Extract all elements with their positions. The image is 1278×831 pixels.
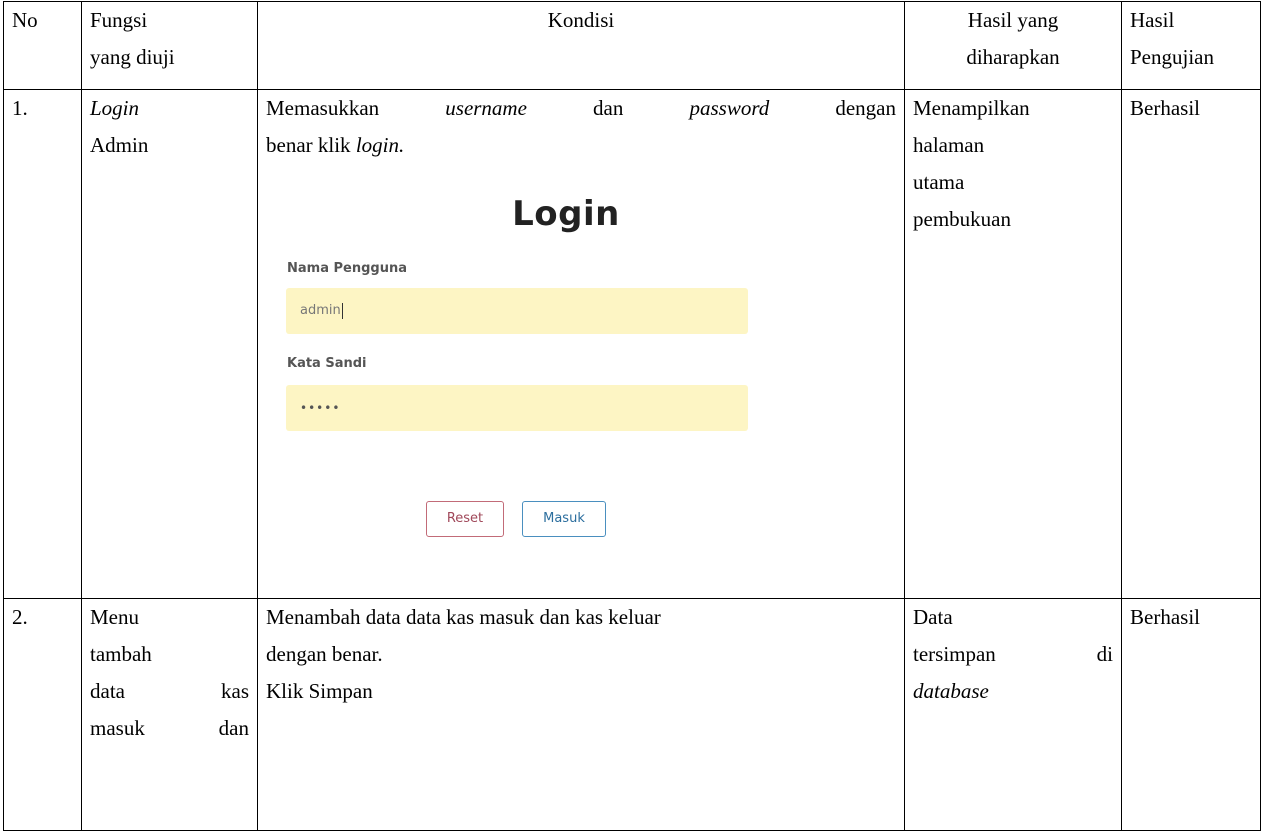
header-row: No Fungsi yang diuji Kondisi Hasil yang … — [3, 1, 1261, 90]
masuk-button[interactable]: Masuk — [522, 501, 606, 537]
row2-hasil-uji: Berhasil — [1121, 598, 1261, 831]
row1-hasil-uji: Berhasil — [1121, 89, 1261, 599]
header-hasil-harapan: Hasil yang diharapkan — [904, 1, 1122, 90]
row2-kondisi: Menambah data data kas masuk dan kas kel… — [257, 598, 905, 831]
row1-fungsi-login: Login — [90, 96, 140, 120]
login-screenshot: Login Nama Pengguna admin Kata Sandi •••… — [266, 166, 896, 546]
row1-kondisi-line2: benar klik login. — [266, 133, 405, 157]
text-caret — [341, 302, 343, 319]
username-field[interactable]: admin — [286, 288, 748, 334]
username-label: Nama Pengguna — [287, 261, 407, 276]
header-kondisi: Kondisi — [257, 1, 905, 90]
table-row: 2. Menu tambah data kas masuk dan Menambah… — [3, 598, 1261, 831]
row2-fungsi: Menu tambah data kas masuk dan — [81, 598, 258, 831]
row1-fungsi: Login Admin — [81, 89, 258, 599]
table-row: 1. Login Admin Memasukkan username dan p… — [3, 89, 1261, 599]
row1-kondisi: Memasukkan username dan password dengan … — [257, 89, 905, 599]
header-hasil-uji: Hasil Pengujian — [1121, 1, 1261, 90]
test-table: No Fungsi yang diuji Kondisi Hasil yang … — [3, 1, 1261, 831]
password-field[interactable]: ••••• — [286, 385, 748, 431]
row1-kondisi-line1: Memasukkan username dan password dengan — [266, 96, 896, 120]
row2-hasil-harapan: Data tersimpan di database — [904, 598, 1122, 831]
row1-fungsi-admin: Admin — [90, 133, 149, 157]
header-fungsi: Fungsi yang diuji — [81, 1, 258, 90]
reset-button[interactable]: Reset — [426, 501, 504, 537]
login-title: Login — [512, 194, 620, 234]
row2-no: 2. — [3, 598, 82, 831]
header-no: No — [3, 1, 82, 90]
row1-hasil-harapan: Menampilkan halaman utama pembukuan — [904, 89, 1122, 599]
row1-no: 1. — [3, 89, 82, 599]
password-label: Kata Sandi — [287, 356, 367, 371]
